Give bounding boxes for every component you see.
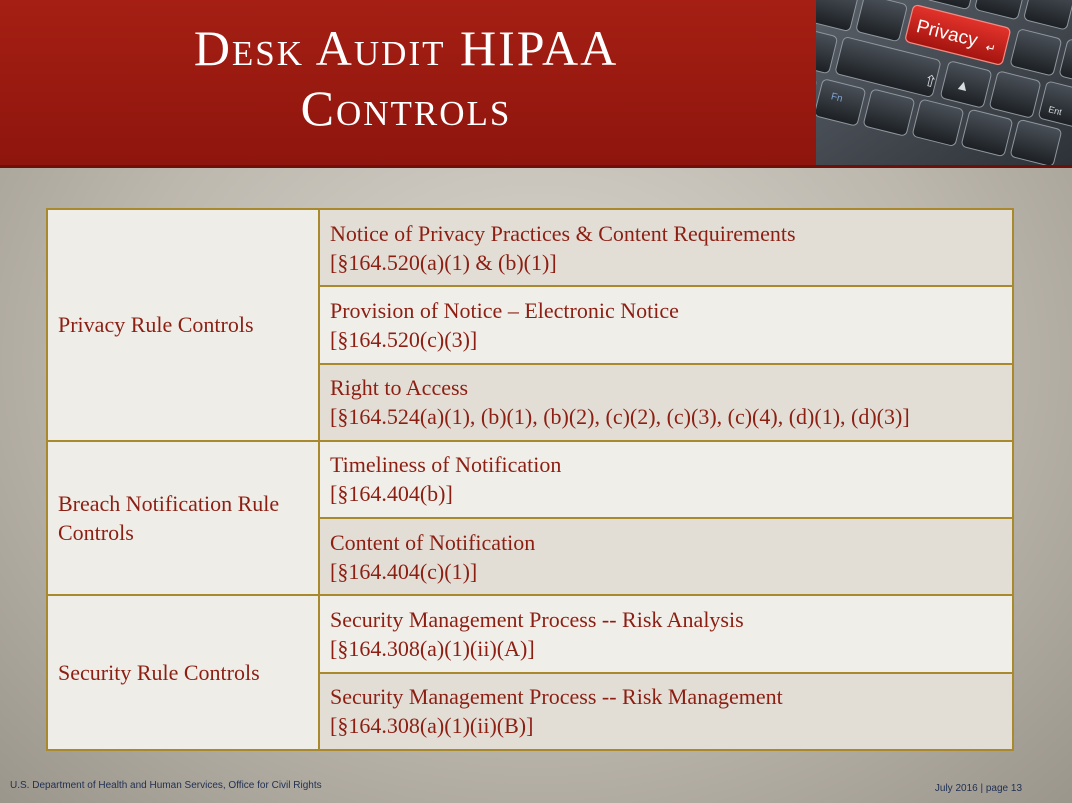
requirement-cell: Notice of Privacy Practices & Content Re…	[318, 207, 1014, 288]
category-privacy-rule: Privacy Rule Controls	[46, 208, 320, 442]
banner-divider	[0, 165, 1072, 168]
requirement-cell: Right to Access [§164.524(a)(1), (b)(1),…	[318, 362, 1014, 442]
requirement-name: Notice of Privacy Practices & Content Re…	[330, 220, 796, 246]
requirement-name: Security Management Process -- Risk Mana…	[330, 684, 783, 710]
requirement-name: Timeliness of Notification	[330, 452, 562, 478]
slide-title-line-1: Desk Audit HIPAA	[193, 20, 619, 76]
requirement-citation: [§164.524(a)(1), (b)(1), (b)(2), (c)(2),…	[330, 404, 910, 430]
requirement-citation: [§164.520(a)(1) & (b)(1)]	[330, 249, 557, 275]
table-row: Privacy Rule Controls Notice of Privacy …	[46, 207, 1014, 442]
requirement-citation: [§164.520(c)(3)]	[330, 326, 478, 352]
slide-title: Desk Audit HIPAA Controls	[0, 18, 812, 138]
requirement-citation: [§164.308(a)(1)(ii)(A)]	[330, 636, 535, 662]
requirement-citation: [§164.404(c)(1)]	[330, 558, 478, 584]
footer-page-info: July 2016 | page 13	[934, 783, 1022, 794]
requirement-citation: [§164.308(a)(1)(ii)(B)]	[330, 713, 534, 739]
footer-agency: U.S. Department of Health and Human Serv…	[10, 780, 322, 791]
slide-title-line-2: Controls	[300, 80, 512, 136]
category-security-rule: Security Rule Controls	[46, 594, 320, 751]
requirement-cell: Timeliness of Notification [§164.404(b)]	[318, 439, 1014, 520]
requirement-name: Right to Access	[330, 375, 469, 401]
keyboard-illustration: Privacy ↵ ⇧ ▲ Ent Fn	[816, 0, 1072, 165]
keyboard-privacy-image: Privacy ↵ ⇧ ▲ Ent Fn	[816, 0, 1072, 165]
requirement-name: Security Management Process -- Risk Anal…	[330, 607, 744, 633]
title-banner: Desk Audit HIPAA Controls Privacy ↵ ⇧ ▲ …	[0, 0, 1072, 165]
requirement-name: Content of Notification	[330, 529, 536, 555]
table-row: Breach Notification Rule Controls Timeli…	[46, 439, 1014, 597]
category-breach-notification-rule: Breach Notification Rule Controls	[46, 439, 320, 597]
requirement-cell: Security Management Process -- Risk Anal…	[318, 594, 1014, 674]
requirement-citation: [§164.404(b)]	[330, 481, 453, 507]
table-row: Security Rule Controls Security Manageme…	[46, 594, 1014, 751]
requirement-cell: Provision of Notice – Electronic Notice …	[318, 285, 1014, 365]
requirement-cell: Content of Notification [§164.404(c)(1)]	[318, 517, 1014, 597]
requirement-name: Provision of Notice – Electronic Notice	[330, 297, 679, 323]
requirement-cell: Security Management Process -- Risk Mana…	[318, 671, 1014, 752]
controls-table: Privacy Rule Controls Notice of Privacy …	[46, 207, 1014, 752]
